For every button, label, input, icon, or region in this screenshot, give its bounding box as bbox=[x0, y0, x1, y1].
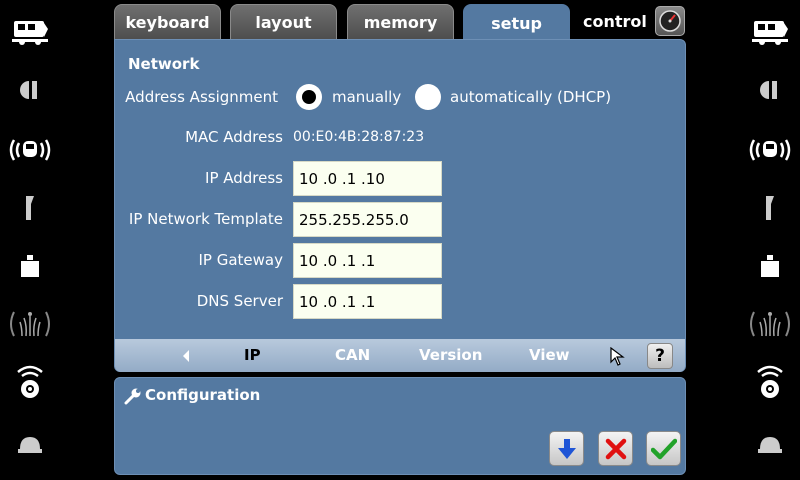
gauge-icon bbox=[655, 6, 685, 36]
ip-address-label: IP Address bbox=[205, 169, 283, 187]
help-button[interactable]: ? bbox=[647, 343, 673, 369]
signal-icon[interactable] bbox=[8, 70, 52, 110]
subtab-can[interactable]: CAN bbox=[335, 346, 370, 364]
address-assignment-label: Address Assignment bbox=[125, 88, 278, 106]
cancel-button[interactable] bbox=[598, 431, 633, 466]
bell-icon[interactable] bbox=[8, 424, 52, 464]
tab-memory[interactable]: memory bbox=[347, 4, 454, 40]
radio-manually-label: manually bbox=[332, 88, 402, 106]
cursor-icon bbox=[610, 346, 626, 371]
down-arrow-icon bbox=[557, 438, 576, 459]
mac-address-value: 00:E0:4B:28:87:23 bbox=[293, 129, 425, 145]
switch-icon[interactable] bbox=[748, 188, 792, 228]
switch-icon[interactable] bbox=[8, 188, 52, 228]
subtab-version[interactable]: Version bbox=[419, 346, 482, 364]
close-icon bbox=[605, 438, 626, 459]
radio-manually[interactable] bbox=[296, 84, 322, 110]
download-button[interactable] bbox=[549, 431, 584, 466]
radio-selected-dot bbox=[302, 90, 316, 104]
subtab-view[interactable]: View bbox=[529, 346, 570, 364]
dns-server-field[interactable]: 10 .0 .1 .1 bbox=[293, 284, 442, 319]
fountain-icon[interactable] bbox=[748, 304, 792, 344]
weight-icon[interactable] bbox=[748, 246, 792, 286]
setup-subtab-bar: IP CAN Version View ? bbox=[115, 339, 685, 372]
radio-dhcp-label: automatically (DHCP) bbox=[450, 88, 612, 106]
configuration-panel: Configuration bbox=[114, 377, 686, 475]
tab-setup[interactable]: setup bbox=[463, 4, 570, 41]
subtab-ip[interactable]: IP bbox=[244, 346, 261, 364]
tab-control[interactable]: control bbox=[575, 6, 685, 36]
wrench-icon bbox=[124, 387, 142, 409]
radio-locomotive-icon[interactable] bbox=[748, 130, 792, 170]
left-sidebar bbox=[0, 0, 60, 480]
tab-layout[interactable]: layout bbox=[230, 4, 337, 40]
network-panel: Network Address Assignment manually auto… bbox=[114, 39, 686, 372]
scroll-left-icon[interactable] bbox=[181, 348, 191, 367]
network-template-field[interactable]: 255.255.255.0 bbox=[293, 202, 442, 237]
locomotive-icon[interactable] bbox=[8, 12, 52, 52]
speaker-icon[interactable] bbox=[748, 362, 792, 402]
bell-icon[interactable] bbox=[748, 424, 792, 464]
radio-dhcp[interactable] bbox=[415, 84, 441, 110]
mac-address-label: MAC Address bbox=[185, 128, 283, 146]
tab-control-label: control bbox=[583, 11, 647, 31]
signal-icon[interactable] bbox=[748, 70, 792, 110]
right-sidebar bbox=[740, 0, 800, 480]
ip-address-field[interactable]: 10 .0 .1 .10 bbox=[293, 161, 442, 196]
ip-gateway-field[interactable]: 10 .0 .1 .1 bbox=[293, 243, 442, 278]
ip-gateway-label: IP Gateway bbox=[198, 251, 284, 269]
speaker-icon[interactable] bbox=[8, 362, 52, 402]
checkmark-icon bbox=[650, 438, 677, 459]
tab-keyboard[interactable]: keyboard bbox=[114, 4, 221, 40]
configuration-title: Configuration bbox=[145, 386, 261, 404]
radio-locomotive-icon[interactable] bbox=[8, 130, 52, 170]
locomotive-icon[interactable] bbox=[748, 12, 792, 52]
fountain-icon[interactable] bbox=[8, 304, 52, 344]
weight-icon[interactable] bbox=[8, 246, 52, 286]
network-template-label: IP Network Template bbox=[128, 210, 283, 228]
network-title: Network bbox=[128, 55, 200, 73]
dns-server-label: DNS Server bbox=[196, 292, 283, 310]
ok-button[interactable] bbox=[646, 431, 681, 466]
